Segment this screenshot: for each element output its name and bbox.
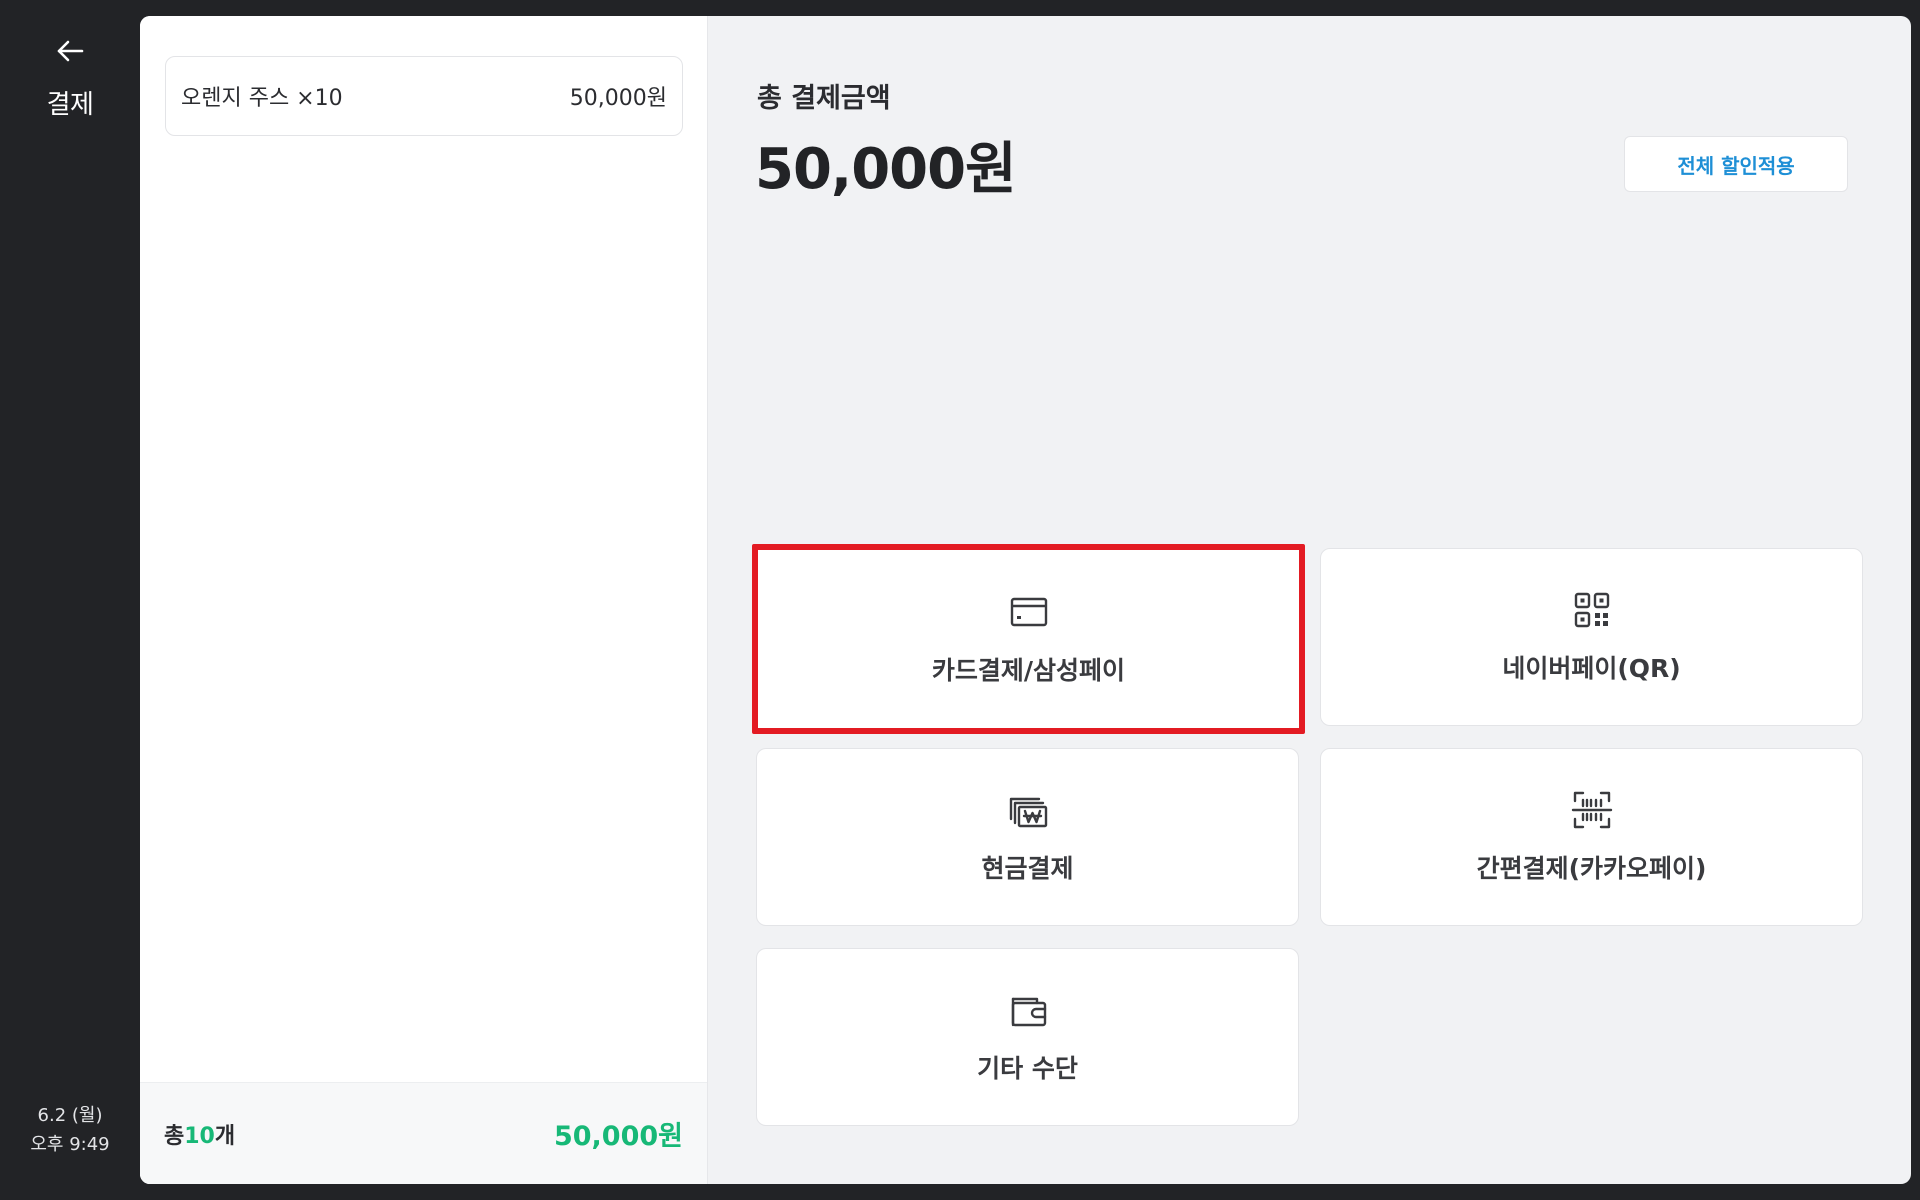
item-count-prefix: 총 (164, 1123, 185, 1149)
wallet-icon (1007, 989, 1049, 1035)
card-payment-label: 카드결제/삼성페이 (931, 656, 1126, 685)
order-summary: 총10개 50,000원 (140, 1082, 707, 1184)
cash-payment-button[interactable]: 현금결제 (756, 748, 1299, 926)
total-label: 총 결제금액 (757, 83, 891, 114)
cash-won-icon (1007, 789, 1049, 835)
barcode-scan-icon (1571, 789, 1613, 835)
apply-all-discount-button[interactable]: 전체 할인적용 (1624, 136, 1848, 192)
other-payment-button[interactable]: 기타 수단 (756, 948, 1299, 1126)
item-count-suffix: 개 (214, 1123, 236, 1149)
cash-payment-label: 현금결제 (981, 854, 1074, 883)
order-total: 50,000원 (553, 1121, 683, 1152)
total-amount: 50,000원 (755, 137, 1017, 202)
credit-card-icon (1008, 591, 1050, 637)
clock: 6.2 (월) 오후 9:49 (0, 1101, 140, 1159)
item-count-number: 10 (184, 1123, 215, 1149)
card-payment-button[interactable]: 카드결제/삼성페이 (752, 544, 1305, 734)
page-title: 결제 (46, 90, 94, 120)
qr-code-icon (1571, 589, 1613, 635)
order-item[interactable]: 오렌지 주스 ×10 50,000원 (165, 56, 683, 136)
back-button[interactable]: 결제 (40, 34, 100, 134)
kakao-pay-button[interactable]: 간편결제(카카오페이) (1320, 748, 1863, 926)
order-item-name: 오렌지 주스 ×10 (181, 86, 343, 111)
kakao-pay-label: 간편결제(카카오페이) (1476, 854, 1707, 883)
clock-time: 오후 9:49 (30, 1134, 110, 1155)
naver-pay-label: 네이버페이(QR) (1502, 654, 1681, 683)
order-item-price: 50,000원 (569, 86, 667, 111)
naver-pay-button[interactable]: 네이버페이(QR) (1320, 548, 1863, 726)
side-rail: 결제 6.2 (월) 오후 9:49 (0, 0, 140, 1200)
other-payment-label: 기타 수단 (977, 1054, 1078, 1083)
clock-date: 6.2 (월) (37, 1105, 103, 1126)
order-list: 오렌지 주스 ×10 50,000원 총10개 50,000원 (140, 16, 708, 1184)
arrow-left-icon (53, 34, 87, 72)
item-count: 총10개 (164, 1118, 235, 1150)
checkout-panel: 오렌지 주스 ×10 50,000원 총10개 50,000원 총 결제금액 5… (140, 16, 1911, 1184)
